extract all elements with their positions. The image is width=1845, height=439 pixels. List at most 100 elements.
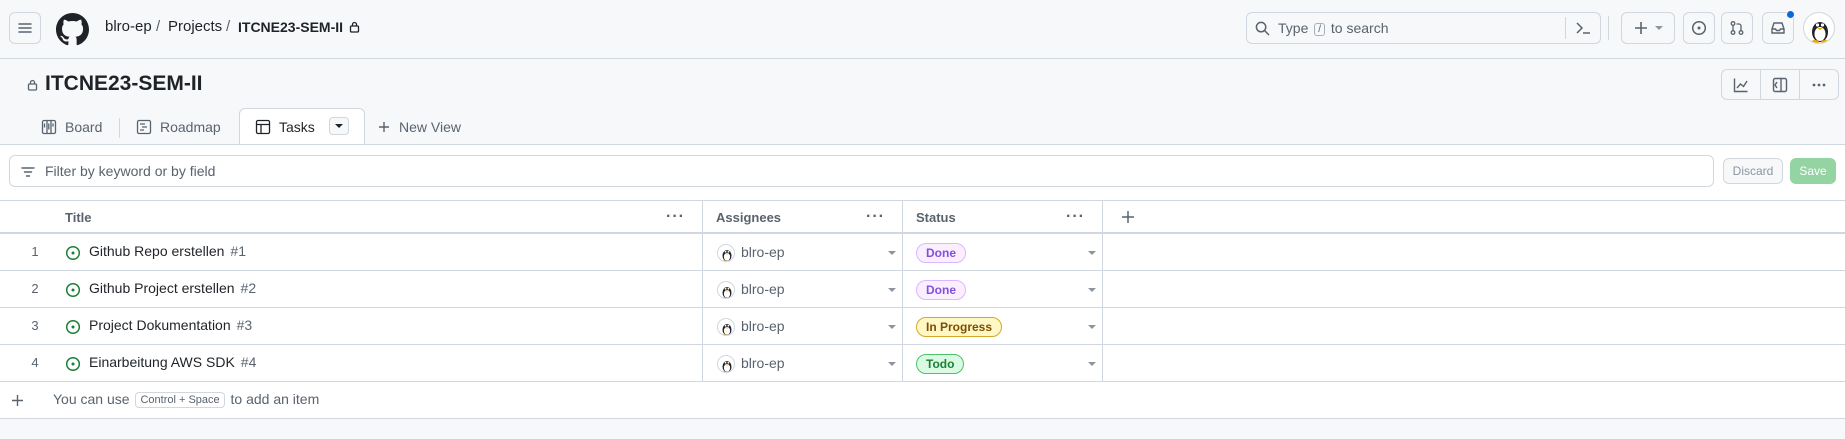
open-issue-icon — [65, 319, 81, 335]
column-divider[interactable] — [902, 201, 903, 233]
breadcrumb-project[interactable]: ITCNE23-SEM-II — [238, 19, 343, 35]
breadcrumb-owner[interactable]: blro-ep — [105, 18, 152, 35]
assignee-dropdown-icon[interactable] — [888, 325, 896, 329]
column-menu-assignees[interactable]: ··· — [866, 201, 885, 233]
table-row[interactable]: 4 Einarbeitung AWS SDK #4 blro-ep Todo — [0, 345, 1845, 382]
column-divider — [902, 345, 903, 381]
column-menu-status[interactable]: ··· — [1066, 201, 1085, 233]
plus-icon[interactable] — [11, 394, 24, 407]
column-divider — [702, 308, 703, 344]
column-divider[interactable] — [1102, 201, 1103, 233]
keyboard-shortcut: Control + Space — [135, 392, 225, 408]
plus-icon — [378, 121, 390, 133]
kebab-horizontal-icon: ··· — [866, 208, 885, 225]
plus-icon — [1634, 21, 1648, 35]
assignee-dropdown-icon[interactable] — [888, 288, 896, 292]
caret-down-icon — [335, 124, 343, 128]
github-logo-icon[interactable] — [56, 13, 89, 46]
command-palette-icon[interactable] — [1575, 21, 1591, 35]
row-number: 2 — [31, 281, 39, 296]
issue-title[interactable]: Einarbeitung AWS SDK #4 — [89, 354, 256, 370]
column-header-assignees[interactable]: Assignees — [716, 201, 781, 233]
table-icon — [255, 119, 271, 135]
tab-board[interactable]: Board — [41, 110, 102, 144]
avatar — [717, 355, 735, 373]
side-panel-button[interactable] — [1761, 70, 1800, 99]
row-number: 1 — [31, 244, 39, 259]
status-dropdown-icon[interactable] — [1088, 325, 1096, 329]
project-title[interactable]: ITCNE23-SEM-II — [45, 72, 203, 96]
table-row[interactable]: 2 Github Project erstellen #2 blro-ep Don… — [0, 271, 1845, 308]
assignee-dropdown-icon[interactable] — [888, 362, 896, 366]
column-divider — [902, 308, 903, 344]
more-options-button[interactable] — [1800, 70, 1838, 99]
search-input[interactable]: Type / to search — [1246, 12, 1601, 44]
table-row[interactable]: 1 Github Repo erstellen #1 blro-ep Done — [0, 234, 1845, 271]
table-header: Title ··· Assignees ··· Status ··· — [0, 200, 1845, 234]
filter-input[interactable]: Filter by keyword or by field — [9, 155, 1714, 187]
status-badge[interactable]: In Progress — [916, 317, 1003, 337]
breadcrumb-separator: / — [226, 18, 231, 35]
assignee-name[interactable]: blro-ep — [741, 355, 785, 371]
avatar — [717, 244, 735, 262]
add-item-hint: You can use Control + Space to add an it… — [53, 391, 320, 408]
assignee-name[interactable]: blro-ep — [741, 244, 785, 260]
pull-request-icon — [1729, 20, 1745, 36]
slash-key: / — [1314, 23, 1326, 36]
status-dropdown-icon[interactable] — [1088, 251, 1096, 255]
tab-roadmap[interactable]: Roadmap — [136, 110, 221, 144]
global-header: blro-ep / Projects / ITCNE23-SEM-II Type… — [0, 0, 1845, 59]
issue-icon — [1691, 20, 1707, 36]
divider — [119, 118, 120, 138]
column-header-title[interactable]: Title — [65, 201, 92, 233]
status-dropdown-icon[interactable] — [1088, 362, 1096, 366]
assignee-name[interactable]: blro-ep — [741, 318, 785, 334]
save-button[interactable]: Save — [1790, 158, 1836, 184]
menu-button[interactable] — [9, 12, 41, 44]
table-row[interactable]: 3 Project Dokumentation #3 blro-ep In Pro… — [0, 308, 1845, 345]
issues-button[interactable] — [1683, 12, 1715, 44]
search-icon — [1255, 21, 1270, 36]
issue-number: #3 — [236, 317, 253, 333]
assignee-dropdown-icon[interactable] — [888, 251, 896, 255]
breadcrumb-projects[interactable]: Projects — [168, 18, 222, 35]
avatar — [717, 281, 735, 299]
column-divider — [702, 345, 703, 381]
caret-down-icon — [1654, 26, 1663, 30]
issue-number: #4 — [240, 354, 257, 370]
plus-icon — [1121, 210, 1135, 224]
open-issue-icon — [65, 356, 81, 372]
column-divider — [1102, 234, 1103, 270]
assignee-name[interactable]: blro-ep — [741, 281, 785, 297]
divider — [1608, 16, 1609, 40]
column-divider[interactable] — [702, 201, 703, 233]
issue-title[interactable]: Github Project erstellen #2 — [89, 280, 256, 296]
sidebar-icon — [1772, 77, 1788, 93]
open-issue-icon — [65, 282, 81, 298]
pull-requests-button[interactable] — [1721, 12, 1753, 44]
column-menu-title[interactable]: ··· — [666, 201, 685, 233]
status-badge[interactable]: Todo — [916, 354, 965, 374]
create-new-button[interactable] — [1621, 12, 1675, 44]
discard-button[interactable]: Discard — [1723, 158, 1783, 184]
column-divider — [1102, 345, 1103, 381]
add-item-row[interactable]: You can use Control + Space to add an it… — [0, 382, 1845, 419]
view-options-dropdown[interactable] — [329, 117, 349, 135]
issue-title[interactable]: Github Repo erstellen #1 — [89, 243, 246, 259]
column-divider — [1102, 308, 1103, 344]
status-badge[interactable]: Done — [916, 280, 966, 300]
issue-title[interactable]: Project Dokumentation #3 — [89, 317, 252, 333]
new-view-button[interactable]: New View — [378, 110, 461, 144]
status-badge[interactable]: Done — [916, 243, 966, 263]
filter-icon — [21, 165, 35, 179]
column-divider — [702, 271, 703, 307]
breadcrumb-separator: / — [156, 18, 161, 35]
insights-button[interactable] — [1722, 70, 1761, 99]
status-dropdown-icon[interactable] — [1088, 288, 1096, 292]
tab-tasks[interactable]: Tasks — [255, 110, 315, 144]
lock-icon — [27, 79, 38, 91]
add-field-button[interactable] — [1121, 201, 1135, 233]
avatar[interactable] — [1803, 12, 1835, 44]
divider — [1565, 17, 1566, 39]
column-header-status[interactable]: Status — [916, 201, 956, 233]
